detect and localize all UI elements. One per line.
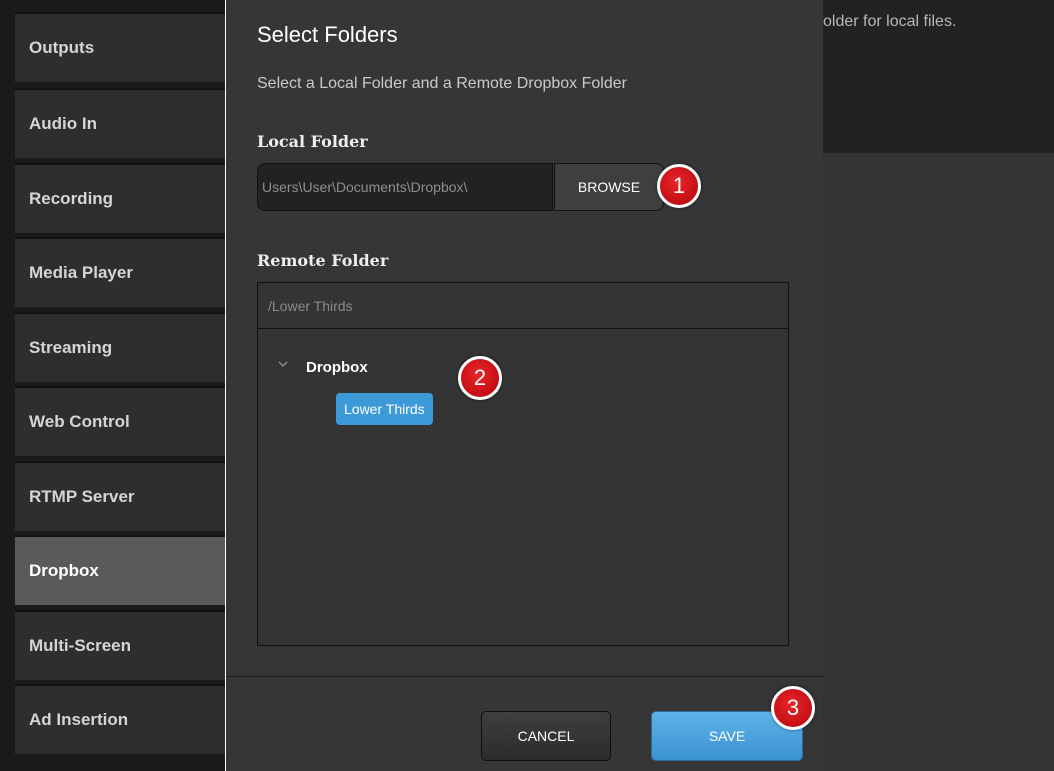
dialog-title: Select Folders <box>257 22 398 47</box>
chevron-down-icon[interactable] <box>277 359 289 369</box>
sidebar-item-media-player[interactable]: Media Player <box>15 237 225 307</box>
callout-marker-3: 3 <box>771 686 815 730</box>
settings-sidebar: Outputs Audio In Recording Media Player … <box>11 0 225 771</box>
tree-item-lower-thirds[interactable]: Lower Thirds <box>336 393 433 425</box>
sidebar-item-ad-insertion[interactable]: Ad Insertion <box>15 684 225 754</box>
remote-folder-path-field[interactable]: /Lower Thirds <box>258 283 788 329</box>
background-strip <box>0 0 11 771</box>
background-panel-bottom <box>823 153 1054 771</box>
sidebar-item-rtmp-server[interactable]: RTMP Server <box>15 461 225 531</box>
sidebar-item-multi-screen[interactable]: Multi-Screen <box>15 610 225 680</box>
local-folder-path-field[interactable]: Users\User\Documents\Dropbox\ <box>257 163 553 211</box>
sidebar-item-audio-in[interactable]: Audio In <box>15 88 225 158</box>
select-folders-dialog: Select Folders Select a Local Folder and… <box>226 0 823 771</box>
background-description-text: older for local files. <box>823 13 957 30</box>
dialog-subtitle: Select a Local Folder and a Remote Dropb… <box>257 75 627 92</box>
tree-item-dropbox[interactable]: Dropbox <box>306 359 368 376</box>
sidebar-item-dropbox[interactable]: Dropbox <box>15 535 225 605</box>
cancel-button[interactable]: CANCEL <box>481 711 611 761</box>
app-window: Outputs Audio In Recording Media Player … <box>0 0 1054 771</box>
callout-marker-2: 2 <box>458 356 502 400</box>
browse-button[interactable]: BROWSE <box>554 163 664 211</box>
sidebar-item-outputs[interactable]: Outputs <box>15 12 225 82</box>
sidebar-item-recording[interactable]: Recording <box>15 163 225 233</box>
footer-divider <box>226 676 823 677</box>
local-folder-label: Local Folder <box>257 132 368 151</box>
sidebar-item-streaming[interactable]: Streaming <box>15 312 225 382</box>
remote-folder-browser: /Lower Thirds Dropbox Lower Thirds <box>257 282 789 646</box>
remote-folder-label: Remote Folder <box>257 251 389 270</box>
sidebar-item-web-control[interactable]: Web Control <box>15 386 225 456</box>
callout-marker-1: 1 <box>657 164 701 208</box>
